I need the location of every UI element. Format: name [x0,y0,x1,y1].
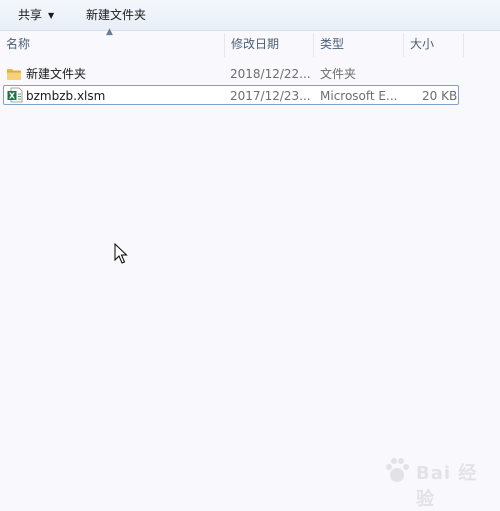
column-divider[interactable] [403,33,404,57]
column-header-type[interactable]: 类型 [320,31,344,58]
file-modified: 2018/12/22... [230,67,311,81]
new-folder-button[interactable]: 新建文件夹 [86,7,146,23]
column-header-row: ▲ 名称 修改日期 类型 大小 [0,27,500,58]
baidu-watermark: Bai 经验 [382,452,492,510]
svg-text:X: X [9,92,16,101]
excel-file-icon: X [7,87,23,103]
toolbar: 共享 ▼ 新建文件夹 [0,0,500,31]
file-row[interactable]: 新建文件夹 2018/12/22... 文件夹 [3,64,459,84]
folder-icon [7,69,21,80]
chevron-down-icon: ▼ [48,11,55,20]
paw-logo-icon [386,458,409,482]
file-type: Microsoft E... [320,89,398,103]
file-type: 文件夹 [320,67,357,81]
file-name: 新建文件夹 [26,67,87,81]
column-divider[interactable] [463,33,464,57]
column-divider[interactable] [313,33,314,57]
file-name: bzmbzb.xlsm [26,89,106,103]
mouse-cursor-icon [114,243,128,264]
file-size: 20 KB [422,89,458,103]
file-row-selected[interactable]: X bzmbzb.xlsm 2017/12/23... Microsoft E.… [3,85,459,105]
column-header-modified[interactable]: 修改日期 [231,31,279,58]
file-modified: 2017/12/23... [230,89,311,103]
column-header-name[interactable]: 名称 [6,31,30,58]
share-label: 共享 [18,8,43,22]
column-divider[interactable] [224,33,225,57]
column-header-size[interactable]: 大小 [410,31,434,58]
watermark-text: Bai 经验 [416,463,478,510]
share-menu-button[interactable]: 共享 ▼ [18,7,54,23]
sort-ascending-icon: ▲ [106,27,113,37]
